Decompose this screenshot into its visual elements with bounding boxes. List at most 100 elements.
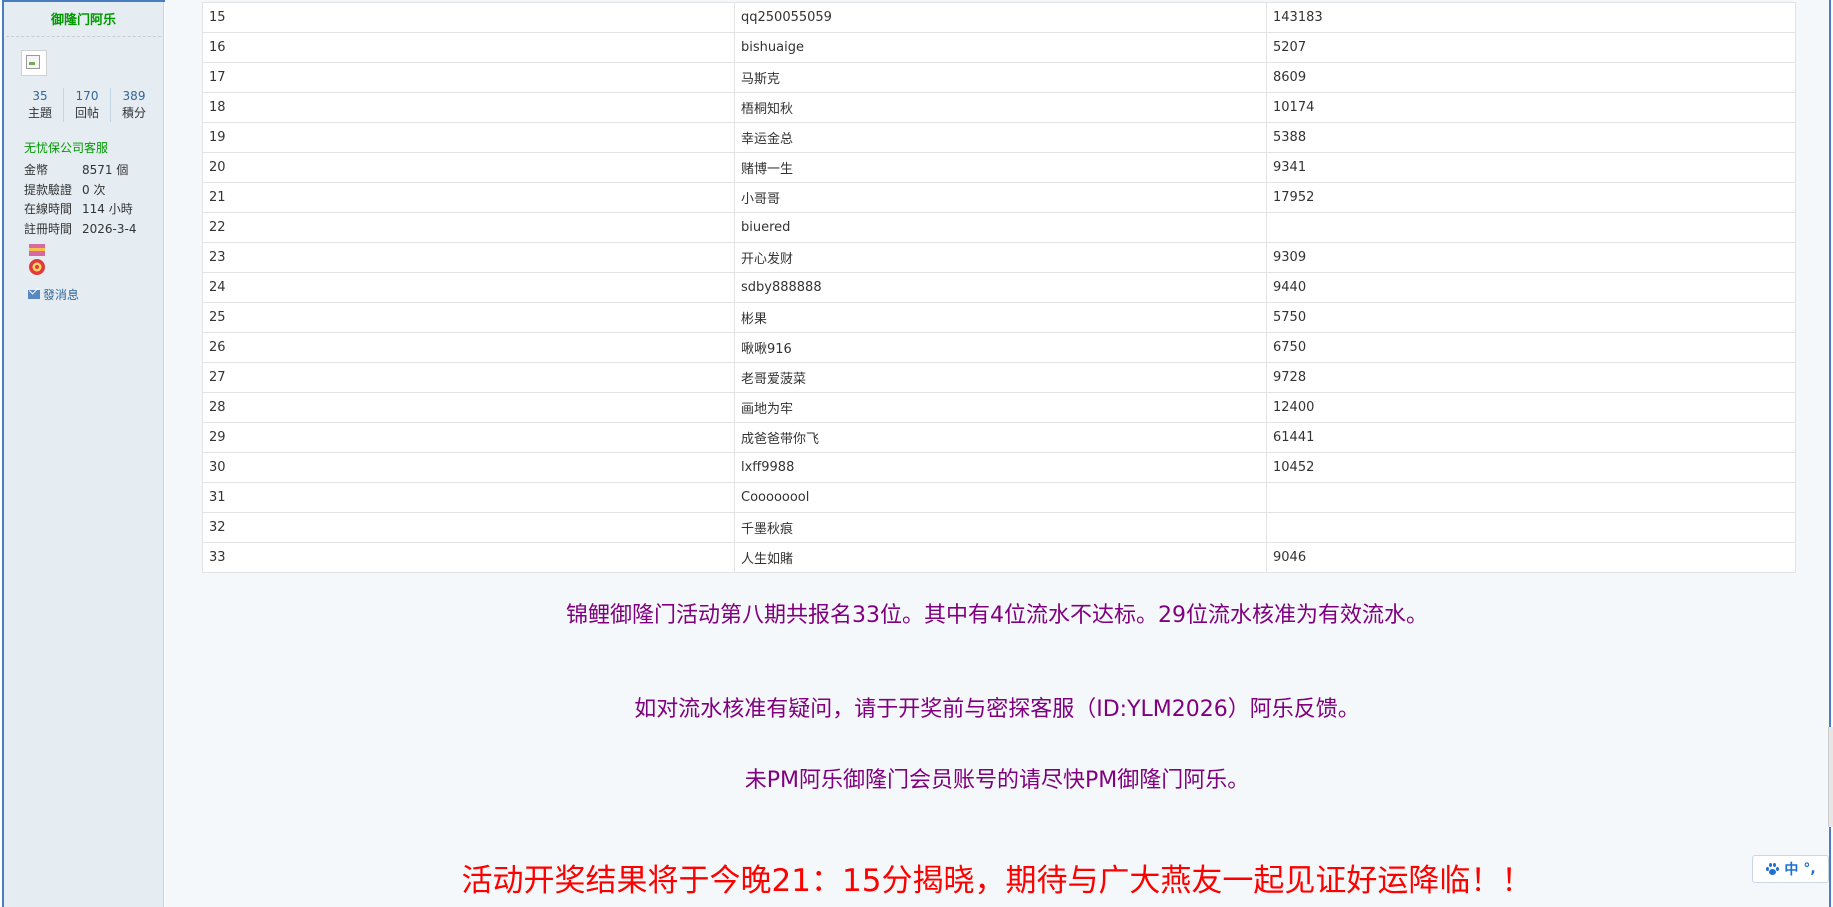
- notice-announcement: 活动开奖结果将于今晚21：15分揭晓，期待与广大燕友一起见证好运降临！！: [461, 863, 1533, 899]
- notice-feedback: 如对流水核准有疑问，请于开奖前与密探客服（ID:YLM2026）阿乐反馈。: [634, 697, 1360, 722]
- cell-number: 29: [202, 422, 735, 453]
- stat-points-label: 積分: [121, 106, 146, 120]
- cell-number: 24: [202, 272, 735, 303]
- cell-number: 30: [202, 452, 735, 483]
- info-key: 在線時間: [24, 202, 73, 216]
- send-message-link[interactable]: 發消息: [28, 286, 79, 303]
- author-username[interactable]: 御隆门阿乐: [6, 2, 161, 37]
- cell-value: 6750: [1266, 332, 1796, 363]
- stat-points-count: 389: [122, 89, 146, 103]
- cell-value: 9309: [1266, 242, 1796, 273]
- ranking-table: 15 qq250055059 143183 16 bishuaige 5207 17 马斯克 8…: [202, 2, 1796, 573]
- cell-number: 31: [202, 482, 735, 513]
- stat-threads-count: 35: [32, 89, 48, 103]
- cell-value: 10452: [1266, 452, 1796, 483]
- ime-punctuation[interactable]: °,: [1803, 861, 1815, 877]
- cell-number: 22: [202, 212, 735, 243]
- cell-number: 21: [202, 182, 735, 213]
- author-info: 金幣 8571 個 提款驗證 0 次 在線時間 114 小時 註冊時間 2026-3-4: [24, 161, 136, 239]
- paw-icon: [1765, 862, 1780, 876]
- table-row: 17 马斯克 8609: [202, 62, 1796, 93]
- cell-username: 千墨秋痕: [734, 512, 1267, 543]
- author-stats: 35 主題 170 回帖 389 積分: [17, 88, 157, 122]
- table-row: 29 成爸爸带你飞 61441: [202, 422, 1796, 453]
- info-value: 0 次: [82, 182, 106, 197]
- cell-value: [1266, 212, 1796, 243]
- table-row: 32 千墨秋痕: [202, 512, 1796, 543]
- scrollbar-edge[interactable]: [1828, 727, 1833, 827]
- cell-username: 幸运金总: [734, 122, 1267, 153]
- table-row: 28 画地为牢 12400: [202, 392, 1796, 423]
- cell-value: 10174: [1266, 92, 1796, 123]
- cell-username: 人生如賭: [734, 542, 1267, 573]
- table-row: 20 赌博一生 9341: [202, 152, 1796, 183]
- info-key: 提款驗證: [24, 182, 73, 197]
- cell-username: 画地为牢: [734, 392, 1267, 423]
- table-row: 27 老哥爱菠菜 9728: [202, 362, 1796, 393]
- avatar[interactable]: [21, 50, 47, 76]
- broken-image-icon: [26, 55, 40, 69]
- table-row: 21 小哥哥 17952: [202, 182, 1796, 213]
- stat-replies[interactable]: 170 回帖: [64, 88, 111, 122]
- cell-username: 开心发财: [734, 242, 1267, 273]
- cell-value: 12400: [1266, 392, 1796, 423]
- cell-number: 15: [202, 2, 735, 33]
- table-row: 18 梧桐知秋 10174: [202, 92, 1796, 123]
- medal-icon[interactable]: [26, 244, 48, 278]
- cell-value: 143183: [1266, 2, 1796, 33]
- stat-threads[interactable]: 35 主題: [17, 88, 64, 122]
- cell-number: 28: [202, 392, 735, 423]
- table-row: 19 幸运金总 5388: [202, 122, 1796, 153]
- cell-value: 9728: [1266, 362, 1796, 393]
- cell-value: 8609: [1266, 62, 1796, 93]
- post-content: 15 qq250055059 143183 16 bishuaige 5207 17 马斯克 8…: [165, 0, 1829, 907]
- info-value: 114 小時: [82, 202, 133, 216]
- mail-icon: [28, 290, 40, 299]
- cell-username: 啾啾916: [734, 332, 1267, 363]
- cell-username: 成爸爸带你飞: [734, 422, 1267, 453]
- table-row: 16 bishuaige 5207: [202, 32, 1796, 63]
- info-row: 註冊時間 2026-3-4: [24, 220, 136, 240]
- cell-username: 赌博一生: [734, 152, 1267, 183]
- stat-threads-label: 主題: [27, 106, 52, 120]
- cell-value: 9341: [1266, 152, 1796, 183]
- table-row: 31 Coooooool: [202, 482, 1796, 513]
- cell-username: 小哥哥: [734, 182, 1267, 213]
- info-key: 註冊時間: [24, 221, 73, 236]
- cell-value: 9046: [1266, 542, 1796, 573]
- cell-number: 33: [202, 542, 735, 573]
- table-row: 15 qq250055059 143183: [202, 2, 1796, 33]
- info-row: 在線時間 114 小時: [24, 200, 136, 220]
- cell-username: 老哥爱菠菜: [734, 362, 1267, 393]
- send-message-label: 發消息: [43, 288, 80, 302]
- cell-number: 17: [202, 62, 735, 93]
- ime-mode[interactable]: 中: [1784, 859, 1798, 879]
- cell-value: [1266, 512, 1796, 543]
- cell-number: 23: [202, 242, 735, 273]
- stat-replies-label: 回帖: [74, 106, 99, 120]
- cell-value: 5388: [1266, 122, 1796, 153]
- stat-points[interactable]: 389 積分: [111, 88, 157, 122]
- table-row: 30 lxff9988 10452: [202, 452, 1796, 483]
- stat-replies-count: 170: [75, 89, 99, 103]
- cell-number: 25: [202, 302, 735, 333]
- notice-pm: 未PM阿乐御隆门会员账号的请尽快PM御隆门阿乐。: [744, 768, 1250, 793]
- table-row: 26 啾啾916 6750: [202, 332, 1796, 363]
- table-row: 23 开心发财 9309: [202, 242, 1796, 273]
- info-row: 金幣 8571 個: [24, 161, 136, 181]
- table-row: 24 sdby888888 9440: [202, 272, 1796, 303]
- cell-username: qq250055059: [734, 2, 1267, 33]
- cell-value: 61441: [1266, 422, 1796, 453]
- cell-value: 5750: [1266, 302, 1796, 333]
- cell-username: sdby888888: [734, 272, 1267, 303]
- cell-value: 17952: [1266, 182, 1796, 213]
- cell-number: 20: [202, 152, 735, 183]
- table-row: 25 彬果 5750: [202, 302, 1796, 333]
- table-row: 22 biuered: [202, 212, 1796, 243]
- ime-toolbar[interactable]: 中 °,: [1752, 855, 1829, 883]
- author-sidebar: 御隆门阿乐 35 主題 170 回帖 389 積分 无忧保公司客服 金幣 8571…: [4, 2, 164, 907]
- cell-username: 梧桐知秋: [734, 92, 1267, 123]
- cell-value: [1266, 482, 1796, 513]
- cell-username: Coooooool: [734, 482, 1267, 513]
- user-group[interactable]: 无忧保公司客服: [24, 139, 108, 156]
